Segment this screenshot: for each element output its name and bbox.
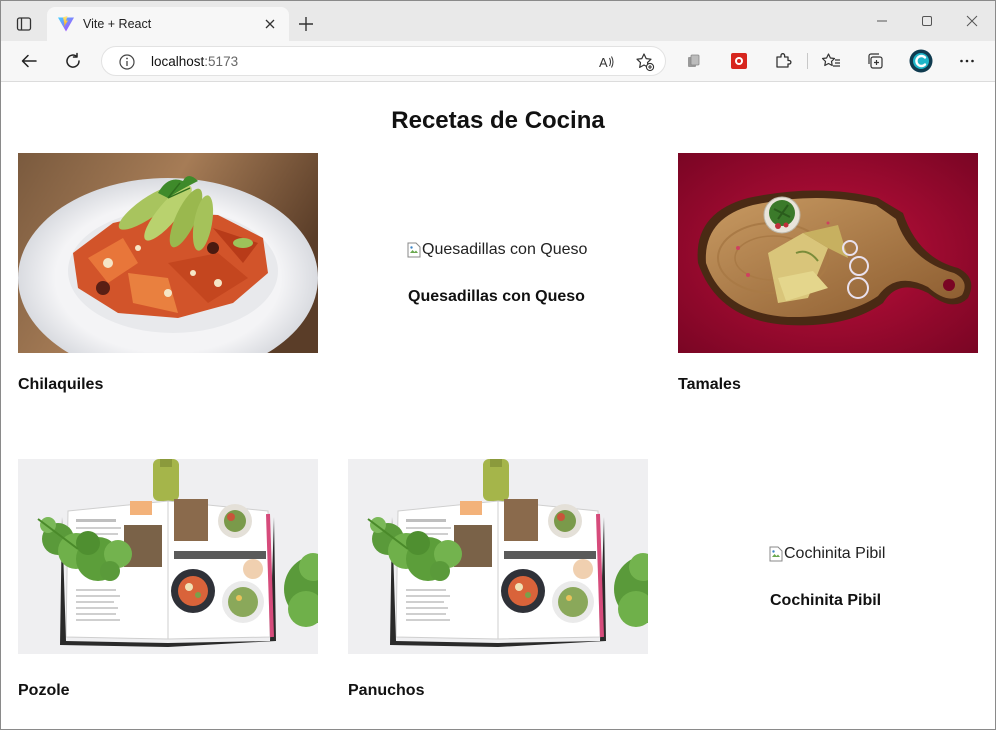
extension-icon[interactable] bbox=[680, 47, 708, 75]
recipe-image-panuchos bbox=[348, 459, 648, 654]
vite-logo-icon bbox=[57, 15, 75, 33]
url-port: :5173 bbox=[204, 54, 239, 69]
recipe-name: Tamales bbox=[678, 376, 741, 393]
url-host: localhost bbox=[151, 54, 205, 69]
toolbar-separator bbox=[807, 53, 808, 69]
add-favorite-icon[interactable] bbox=[635, 52, 655, 72]
browser-window: Vite + React localhost:5173 A Recetas de… bbox=[0, 0, 996, 730]
image-alt-text: Cochinita Pibil bbox=[784, 545, 886, 562]
favorites-icon[interactable] bbox=[817, 47, 845, 75]
refresh-icon[interactable] bbox=[59, 47, 87, 75]
profile-avatar-icon[interactable] bbox=[907, 47, 935, 75]
svg-text:A: A bbox=[599, 55, 608, 70]
page-content: Recetas de Cocina Chilaquiles Quesadilla… bbox=[1, 82, 995, 729]
page-title: Recetas de Cocina bbox=[391, 107, 605, 134]
recipe-card: Quesadillas con Queso Quesadillas con Qu… bbox=[348, 153, 648, 403]
recipe-name: Pozole bbox=[18, 682, 70, 699]
image-alt-text: Quesadillas con Queso bbox=[422, 241, 588, 258]
broken-image-icon bbox=[769, 546, 783, 562]
tab-actions-icon[interactable] bbox=[11, 11, 37, 37]
recipe-card: Cochinita Pibil Cochinita Pibil bbox=[678, 459, 978, 704]
recipe-card: Chilaquiles bbox=[18, 153, 318, 403]
broken-image-icon bbox=[407, 242, 421, 258]
recipe-image-chilaquiles bbox=[18, 153, 318, 353]
collections-icon[interactable] bbox=[861, 47, 889, 75]
browser-toolbar: localhost:5173 A bbox=[1, 41, 995, 82]
close-window-icon[interactable] bbox=[957, 9, 987, 33]
recipe-image-broken: Cochinita Pibil bbox=[769, 545, 885, 563]
puzzle-icon[interactable] bbox=[769, 47, 797, 75]
url-text[interactable]: localhost:5173 bbox=[151, 54, 238, 69]
recipe-name: Panuchos bbox=[348, 682, 425, 699]
info-icon[interactable] bbox=[118, 53, 136, 71]
recipe-image-pozole bbox=[18, 459, 318, 654]
tab-strip: Vite + React bbox=[1, 1, 995, 41]
read-aloud-icon[interactable]: A bbox=[597, 52, 617, 72]
recipe-name: Chilaquiles bbox=[18, 376, 104, 393]
recipe-image-tamales bbox=[678, 153, 978, 353]
close-icon[interactable] bbox=[261, 15, 279, 33]
minimize-icon[interactable] bbox=[867, 9, 897, 33]
recipe-name: Quesadillas con Queso bbox=[408, 288, 585, 305]
recipe-card: Pozole bbox=[18, 459, 318, 704]
maximize-icon[interactable] bbox=[912, 9, 942, 33]
recipe-card: Tamales bbox=[678, 153, 978, 403]
more-icon[interactable] bbox=[953, 47, 981, 75]
browser-tab[interactable]: Vite + React bbox=[47, 7, 289, 41]
recipe-image-broken: Quesadillas con Queso bbox=[407, 241, 587, 259]
tab-title: Vite + React bbox=[83, 17, 152, 31]
plus-icon[interactable] bbox=[295, 13, 317, 35]
back-arrow-icon[interactable] bbox=[15, 47, 43, 75]
extension-red-icon[interactable] bbox=[725, 47, 753, 75]
address-bar[interactable]: localhost:5173 A bbox=[101, 46, 666, 76]
recipe-card: Panuchos bbox=[348, 459, 648, 704]
recipe-name: Cochinita Pibil bbox=[770, 592, 882, 609]
